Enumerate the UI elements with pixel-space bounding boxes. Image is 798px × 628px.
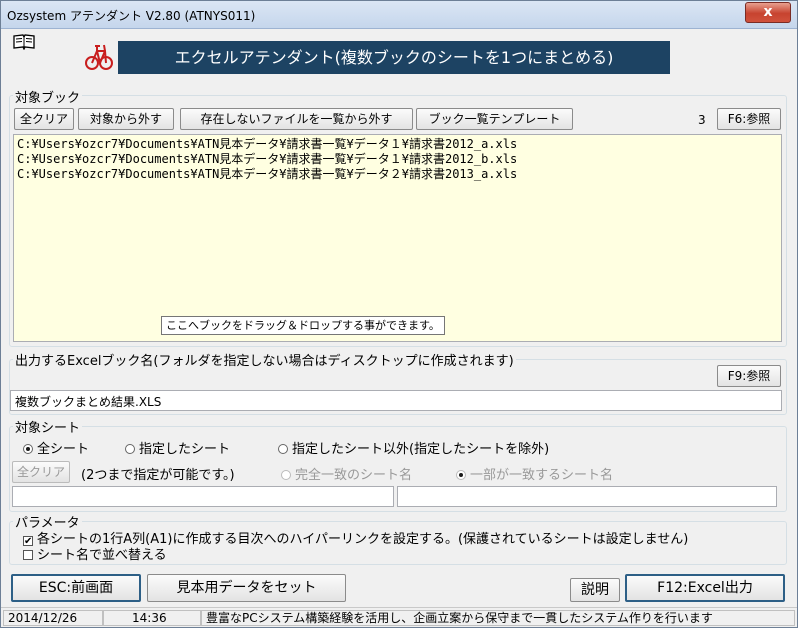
clear-all-button[interactable]: 全クリア — [14, 108, 74, 130]
sheet-name-field-2[interactable] — [397, 486, 777, 507]
radio-partial-match[interactable]: 一部が一致するシート名 — [456, 464, 613, 483]
drop-hint-tooltip: ここへブックをドラッグ＆ドロップする事ができます。 — [161, 316, 445, 335]
radio-all-sheets-label: 全シート — [37, 442, 90, 457]
book-list[interactable]: C:¥Users¥ozcr7¥Documents¥ATN見本データ¥請求書一覧¥… — [13, 134, 782, 342]
sheet-limit-note: (2つまで指定が可能です。) — [81, 468, 235, 483]
output-label: 出力するExcelブック名(フォルダを指定しない場合はディスクトップに作成されま… — [13, 350, 516, 369]
radio-exact-match[interactable]: 完全一致のシート名 — [281, 464, 412, 483]
radio-specified-sheets-label: 指定したシート — [139, 442, 231, 457]
status-message: 豊富なPCシステム構築経験を活用し、企画立案から保守まで一貫したシステム作りを行… — [201, 610, 795, 626]
app-window: Ozsystem アテンダント V2.80 (ATNYS011) x エクセルア… — [0, 0, 798, 628]
banner-title: エクセルアテンダント(複数ブックのシートを1つにまとめる) — [118, 41, 670, 74]
radio-all-sheets[interactable]: 全シート — [23, 438, 89, 457]
output-filename-field[interactable]: 複数ブックまとめ結果.XLS — [10, 390, 782, 411]
window-title: Ozsystem アテンダント V2.80 (ATNYS011) — [7, 9, 256, 23]
radio-dot — [278, 444, 288, 454]
radio-except-sheets[interactable]: 指定したシート以外(指定したシートを除外) — [278, 438, 549, 457]
radio-except-sheets-label: 指定したシート以外(指定したシートを除外) — [292, 442, 550, 457]
radio-partial-match-label: 一部が一致するシート名 — [470, 468, 614, 483]
radio-exact-match-label: 完全一致のシート名 — [295, 468, 413, 483]
bicycle-icon — [85, 41, 113, 71]
help-button[interactable]: 説明 — [570, 578, 620, 602]
radio-dot — [125, 444, 135, 454]
title-bar: Ozsystem アテンダント V2.80 (ATNYS011) x — [1, 1, 797, 29]
book-count: 3 — [698, 113, 706, 127]
checkbox-box — [23, 550, 33, 560]
radio-dot — [281, 470, 291, 480]
sheet-clear-button[interactable]: 全クリア — [12, 461, 70, 483]
target-books-label: 対象ブック — [13, 87, 83, 106]
sort-checkbox-label: シート名で並べ替える — [37, 548, 167, 563]
list-item[interactable]: C:¥Users¥ozcr7¥Documents¥ATN見本データ¥請求書一覧¥… — [17, 167, 778, 182]
f6-browse-button[interactable]: F6:参照 — [717, 108, 781, 130]
status-date: 2014/12/26 — [3, 610, 103, 626]
radio-specified-sheets[interactable]: 指定したシート — [125, 438, 230, 457]
status-time: 14:36 — [103, 610, 201, 626]
radio-selected-dot — [456, 470, 466, 480]
set-sample-data-button[interactable]: 見本用データをセット — [147, 574, 346, 602]
list-item[interactable]: C:¥Users¥ozcr7¥Documents¥ATN見本データ¥請求書一覧¥… — [17, 152, 778, 167]
target-sheets-label: 対象シート — [13, 417, 83, 436]
f9-browse-button[interactable]: F9:参照 — [717, 365, 781, 387]
status-bar: 2014/12/26 14:36 豊富なPCシステム構築経験を活用し、企画立案か… — [1, 607, 797, 628]
radio-selected-dot — [23, 444, 33, 454]
sheet-name-field-1[interactable] — [12, 486, 394, 507]
book-template-button[interactable]: ブック一覧テンプレート — [416, 108, 573, 130]
remove-button[interactable]: 対象から外す — [78, 108, 174, 130]
remove-missing-button[interactable]: 存在しないファイルを一覧から外す — [180, 108, 413, 130]
book-icon[interactable] — [12, 34, 36, 51]
esc-back-button[interactable]: ESC:前画面 — [11, 574, 141, 602]
close-button[interactable]: x — [745, 2, 791, 23]
list-item[interactable]: C:¥Users¥ozcr7¥Documents¥ATN見本データ¥請求書一覧¥… — [17, 137, 778, 152]
f12-excel-output-button[interactable]: F12:Excel出力 — [625, 574, 785, 602]
sort-checkbox[interactable]: シート名で並べ替える — [23, 544, 167, 563]
